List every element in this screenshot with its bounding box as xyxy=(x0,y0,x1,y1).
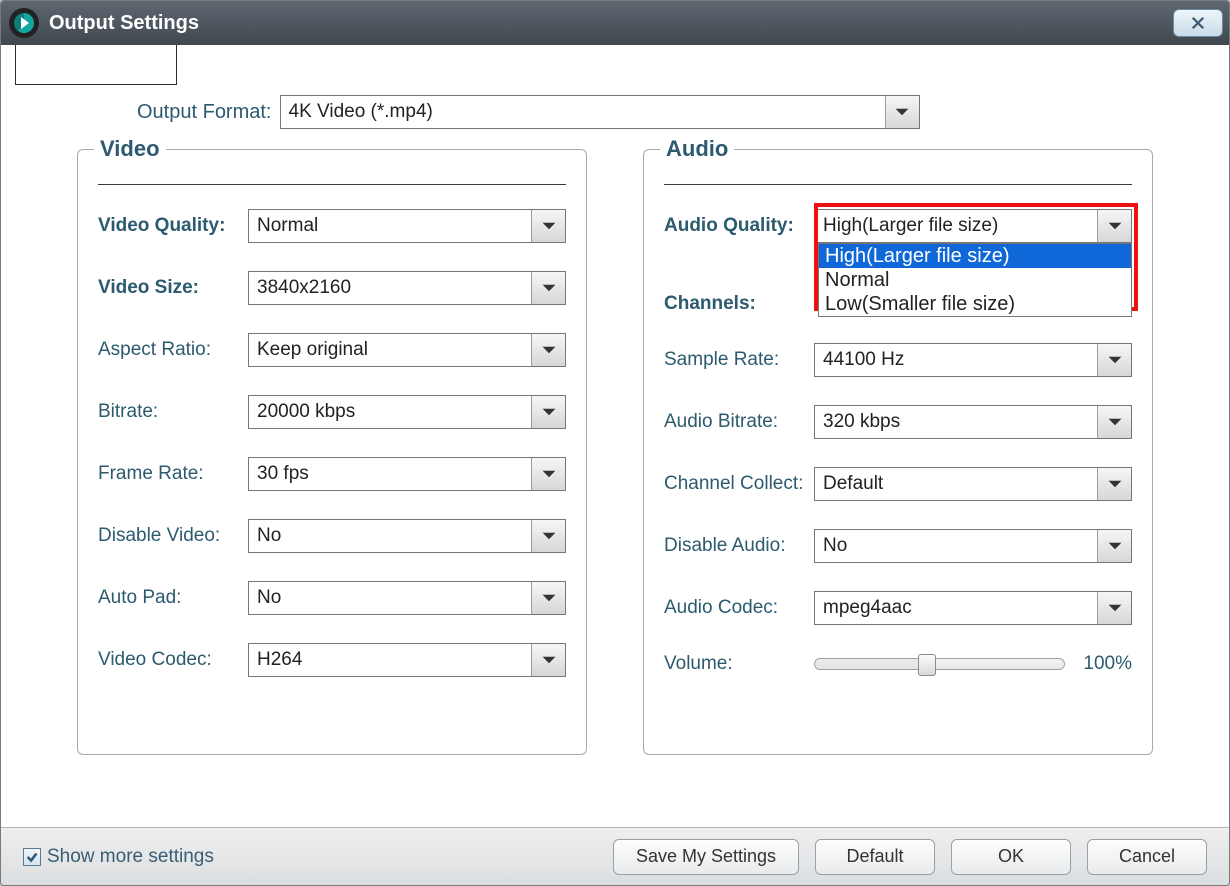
cancel-button[interactable]: Cancel xyxy=(1087,839,1207,875)
volume-percent: 100% xyxy=(1083,653,1132,675)
tab-stub xyxy=(15,45,177,85)
volume-label: Volume: xyxy=(664,653,814,675)
chevron-down-icon xyxy=(531,272,565,304)
show-more-checkbox[interactable]: Show more settings xyxy=(23,846,214,868)
audio-quality-value: High(Larger file size) xyxy=(815,215,1097,237)
close-icon xyxy=(1189,14,1207,32)
chevron-down-icon xyxy=(1097,344,1131,376)
video-size-value: 3840x2160 xyxy=(249,277,531,299)
disable-video-select[interactable]: No xyxy=(248,519,566,553)
video-group: Video Video Quality: Normal Video Size: … xyxy=(77,149,587,755)
audio-codec-label: Audio Codec: xyxy=(664,597,814,619)
audio-quality-option[interactable]: Low(Smaller file size) xyxy=(819,292,1131,316)
audio-quality-select[interactable]: High(Larger file size) xyxy=(814,209,1132,243)
volume-thumb[interactable] xyxy=(918,654,936,676)
video-quality-label: Video Quality: xyxy=(98,215,248,237)
chevron-down-icon xyxy=(531,520,565,552)
chevron-down-icon xyxy=(531,334,565,366)
video-size-label: Video Size: xyxy=(98,277,248,299)
output-format-value: 4K Video (*.mp4) xyxy=(281,101,885,123)
audio-quality-area: Audio Quality: High(Larger file size) Hi… xyxy=(664,209,1132,315)
disable-video-label: Disable Video: xyxy=(98,525,248,547)
ok-button[interactable]: OK xyxy=(951,839,1071,875)
audio-legend: Audio xyxy=(660,136,734,162)
chevron-down-icon xyxy=(531,458,565,490)
sample-rate-label: Sample Rate: xyxy=(664,349,814,371)
video-bitrate-value: 20000 kbps xyxy=(249,401,531,423)
channel-collect-label: Channel Collect: xyxy=(664,473,814,495)
auto-pad-value: No xyxy=(249,587,531,609)
chevron-down-icon xyxy=(531,582,565,614)
checkmark-icon xyxy=(25,850,39,864)
content-area: Output Format: 4K Video (*.mp4) Video Vi… xyxy=(1,45,1229,827)
video-codec-label: Video Codec: xyxy=(98,649,248,671)
sample-rate-select[interactable]: 44100 Hz xyxy=(814,343,1132,377)
aspect-ratio-value: Keep original xyxy=(249,339,531,361)
sample-rate-value: 44100 Hz xyxy=(815,349,1097,371)
volume-slider[interactable] xyxy=(814,658,1065,670)
chevron-down-icon xyxy=(885,96,919,128)
frame-rate-select[interactable]: 30 fps xyxy=(248,457,566,491)
video-codec-value: H264 xyxy=(249,649,531,671)
channel-collect-value: Default xyxy=(815,473,1097,495)
audio-bitrate-select[interactable]: 320 kbps xyxy=(814,405,1132,439)
volume-row: Volume: 100% xyxy=(664,653,1132,675)
video-bitrate-select[interactable]: 20000 kbps xyxy=(248,395,566,429)
show-more-label: Show more settings xyxy=(47,846,214,868)
video-codec-select[interactable]: H264 xyxy=(248,643,566,677)
audio-codec-select[interactable]: mpeg4aac xyxy=(814,591,1132,625)
save-my-settings-button[interactable]: Save My Settings xyxy=(613,839,799,875)
default-button[interactable]: Default xyxy=(815,839,935,875)
auto-pad-label: Auto Pad: xyxy=(98,587,248,609)
chevron-down-icon xyxy=(1097,406,1131,438)
disable-audio-select[interactable]: No xyxy=(814,529,1132,563)
divider xyxy=(98,184,566,185)
disable-audio-label: Disable Audio: xyxy=(664,535,814,557)
channels-label: Channels: xyxy=(664,293,814,315)
video-legend: Video xyxy=(94,136,166,162)
close-button[interactable] xyxy=(1173,9,1223,37)
frame-rate-label: Frame Rate: xyxy=(98,463,248,485)
output-format-select[interactable]: 4K Video (*.mp4) xyxy=(280,95,920,129)
audio-bitrate-label: Audio Bitrate: xyxy=(664,411,814,433)
chevron-down-icon xyxy=(1097,530,1131,562)
disable-video-value: No xyxy=(249,525,531,547)
chevron-down-icon xyxy=(531,644,565,676)
aspect-ratio-label: Aspect Ratio: xyxy=(98,339,248,361)
dialog-title: Output Settings xyxy=(49,12,199,35)
audio-quality-label: Audio Quality: xyxy=(664,215,814,237)
titlebar: Output Settings xyxy=(1,1,1229,45)
frame-rate-value: 30 fps xyxy=(249,463,531,485)
video-quality-value: Normal xyxy=(249,215,531,237)
divider xyxy=(664,184,1132,185)
app-logo-icon xyxy=(9,8,39,38)
auto-pad-select[interactable]: No xyxy=(248,581,566,615)
aspect-ratio-select[interactable]: Keep original xyxy=(248,333,566,367)
audio-bitrate-value: 320 kbps xyxy=(815,411,1097,433)
video-size-select[interactable]: 3840x2160 xyxy=(248,271,566,305)
audio-quality-option[interactable]: High(Larger file size) xyxy=(819,244,1131,268)
disable-audio-value: No xyxy=(815,535,1097,557)
output-settings-dialog: Output Settings Output Format: 4K Video … xyxy=(0,0,1230,886)
channel-collect-select[interactable]: Default xyxy=(814,467,1132,501)
output-format-row: Output Format: 4K Video (*.mp4) xyxy=(137,95,1213,129)
volume-fill xyxy=(815,659,927,669)
footer: Show more settings Save My Settings Defa… xyxy=(1,827,1229,885)
video-bitrate-label: Bitrate: xyxy=(98,401,248,423)
audio-group: Audio Audio Quality: High(Larger file si… xyxy=(643,149,1153,755)
checkbox-box xyxy=(23,848,41,866)
chevron-down-icon xyxy=(1097,210,1131,242)
output-format-label: Output Format: xyxy=(137,101,272,124)
chevron-down-icon xyxy=(531,396,565,428)
video-quality-select[interactable]: Normal xyxy=(248,209,566,243)
chevron-down-icon xyxy=(531,210,565,242)
audio-quality-option[interactable]: Normal xyxy=(819,268,1131,292)
audio-quality-dropdown[interactable]: High(Larger file size) Normal Low(Smalle… xyxy=(818,243,1132,317)
chevron-down-icon xyxy=(1097,468,1131,500)
audio-codec-value: mpeg4aac xyxy=(815,597,1097,619)
settings-groups: Video Video Quality: Normal Video Size: … xyxy=(17,149,1213,755)
chevron-down-icon xyxy=(1097,592,1131,624)
